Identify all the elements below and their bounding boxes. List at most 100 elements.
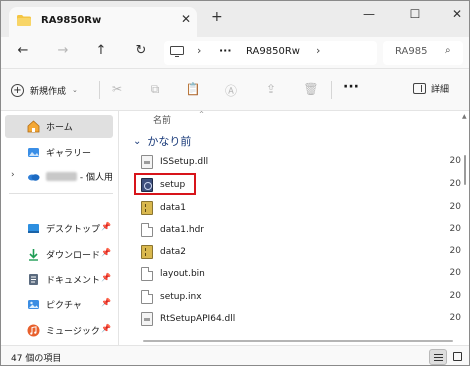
file-row[interactable]: ISSetup.dll 20 — [141, 151, 461, 172]
up-button[interactable]: ↑ — [91, 43, 111, 58]
file-date: 20 — [449, 202, 461, 212]
sidebar-item-documents[interactable]: ドキュメント 📌 — [5, 268, 113, 291]
file-name: setup.inx — [160, 291, 202, 302]
pin-icon: 📌 — [101, 222, 111, 231]
details-pane-icon — [413, 83, 426, 94]
sidebar-item-label: ドキュメント — [46, 276, 101, 286]
forward-button[interactable]: → — [53, 43, 73, 58]
sort-ascending-icon: ^ — [199, 111, 205, 118]
breadcrumb-folder[interactable]: RA9850Rw — [246, 46, 300, 57]
details-view-button[interactable] — [429, 349, 447, 365]
redacted-account-name — [46, 172, 77, 181]
file-name: ISSetup.dll — [160, 156, 209, 167]
collapse-chevron-icon: ⌄ — [133, 135, 142, 147]
file-row[interactable]: layout.bin 20 — [141, 263, 461, 284]
tab-ra9850rw[interactable]: RA9850Rw ✕ — [9, 7, 197, 37]
title-bar: RA9850Rw ✕ + — ☐ ✕ — [1, 1, 469, 37]
close-window-button[interactable]: ✕ — [447, 7, 467, 21]
sidebar-item-music[interactable]: ミュージック 📌 — [5, 319, 113, 342]
breadcrumb-overflow[interactable]: ··· — [219, 44, 232, 57]
file-name: RtSetupAPI64.dll — [160, 313, 236, 324]
file-row[interactable]: data1.hdr 20 — [141, 219, 461, 240]
file-row[interactable]: data2 20 — [141, 241, 461, 262]
tiles-view-icon — [453, 352, 462, 361]
file-row[interactable]: setup.inx 20 — [141, 286, 461, 307]
navigation-bar: ← → ↑ ↻ › ··· RA9850Rw › RA985 ⌕ — [1, 37, 469, 69]
tiles-view-button[interactable] — [449, 349, 467, 365]
file-row[interactable]: RtSetupAPI64.dll 20 — [141, 308, 461, 329]
file-date: 20 — [449, 313, 461, 323]
sidebar-item-pictures[interactable]: ピクチャ 📌 — [5, 293, 113, 316]
file-name: data1 — [160, 202, 186, 213]
file-row[interactable]: data1 20 — [141, 197, 461, 218]
music-icon — [27, 324, 40, 337]
search-box[interactable]: RA985 ⌕ — [383, 41, 463, 65]
breadcrumb-separator[interactable]: › — [316, 44, 320, 57]
address-bar[interactable]: › ··· RA9850Rw › — [164, 41, 377, 65]
details-pane-button[interactable]: 詳細 — [413, 82, 449, 95]
maximize-button[interactable]: ☐ — [405, 7, 425, 21]
horizontal-scrollbar[interactable] — [143, 340, 453, 342]
download-icon — [29, 249, 38, 261]
pin-icon: 📌 — [101, 273, 111, 282]
sidebar-item-onedrive[interactable]: › - 個人用 — [5, 165, 113, 188]
item-count: 47 個の項目 — [11, 354, 62, 364]
file-name: data2 — [160, 246, 186, 257]
tab-close-icon[interactable]: ✕ — [181, 12, 191, 26]
back-button[interactable]: ← — [13, 43, 33, 58]
dll-file-icon — [141, 311, 153, 326]
new-tab-button[interactable]: + — [211, 9, 223, 25]
divider — [99, 81, 100, 99]
paste-icon[interactable]: 📋 — [185, 82, 201, 98]
expand-chevron-icon[interactable]: › — [11, 170, 15, 180]
pictures-icon — [28, 300, 39, 309]
delete-icon[interactable]: 🗑 — [303, 82, 319, 98]
file-name: layout.bin — [160, 268, 205, 279]
navigation-pane: ホーム ギャラリー › - 個人用 デスクトップ 📌 ダウンロード 📌 ドキュメ… — [1, 111, 119, 345]
new-button-label: 新規作成 — [30, 86, 67, 97]
plus-icon: + — [11, 83, 24, 97]
gallery-icon — [28, 148, 39, 157]
file-date: 20 — [449, 291, 461, 301]
file-list: 名前 ^ ⌄ かなり前 ISSetup.dll 20 setup 20 data… — [119, 111, 461, 345]
pin-icon: 📌 — [101, 298, 111, 307]
file-date: 20 — [449, 156, 461, 166]
sidebar-item-desktop[interactable]: デスクトップ 📌 — [5, 217, 113, 240]
minimize-button[interactable]: — — [359, 7, 379, 21]
scroll-up-icon[interactable]: ▲ — [462, 113, 467, 120]
divider — [9, 193, 113, 194]
onedrive-icon — [28, 174, 40, 181]
cabinet-file-icon — [141, 200, 153, 215]
share-icon[interactable]: ⇪ — [263, 82, 279, 98]
breadcrumb-separator[interactable]: › — [197, 44, 201, 57]
column-header-name[interactable]: 名前 — [153, 113, 171, 126]
more-options-button[interactable]: ··· — [343, 79, 359, 95]
divider — [331, 81, 332, 99]
cut-icon[interactable]: ✂ — [109, 82, 125, 98]
copy-icon[interactable]: ⧉ — [147, 82, 163, 98]
file-date: 20 — [449, 268, 461, 278]
search-input[interactable]: RA985 — [395, 46, 427, 57]
home-icon — [27, 120, 40, 133]
sidebar-item-label: ホーム — [46, 123, 73, 133]
file-name: data1.hdr — [160, 224, 204, 235]
sidebar-item-home[interactable]: ホーム — [5, 115, 113, 138]
sidebar-item-gallery[interactable]: ギャラリー — [5, 141, 113, 164]
sidebar-item-label: ダウンロード — [46, 251, 101, 261]
pin-icon: 📌 — [101, 248, 111, 257]
group-header[interactable]: ⌄ かなり前 — [133, 133, 191, 149]
refresh-button[interactable]: ↻ — [131, 43, 151, 58]
scrollbar-thumb[interactable] — [464, 155, 466, 185]
search-icon: ⌕ — [445, 45, 451, 56]
documents-icon — [29, 274, 38, 285]
vertical-scrollbar[interactable]: ▲ — [461, 111, 469, 345]
rename-icon[interactable]: Ⓐ — [223, 82, 239, 98]
generic-file-icon — [141, 266, 153, 281]
sidebar-item-label: デスクトップ — [46, 225, 101, 235]
sidebar-item-downloads[interactable]: ダウンロード 📌 — [5, 243, 113, 266]
file-explorer-window: RA9850Rw ✕ + — ☐ ✕ ← → ↑ ↻ › ··· RA9850R… — [0, 0, 470, 366]
generic-file-icon — [141, 289, 153, 304]
new-button[interactable]: + 新規作成 ⌄ — [11, 81, 78, 99]
highlight-box — [134, 173, 196, 195]
pin-icon: 📌 — [101, 324, 111, 333]
